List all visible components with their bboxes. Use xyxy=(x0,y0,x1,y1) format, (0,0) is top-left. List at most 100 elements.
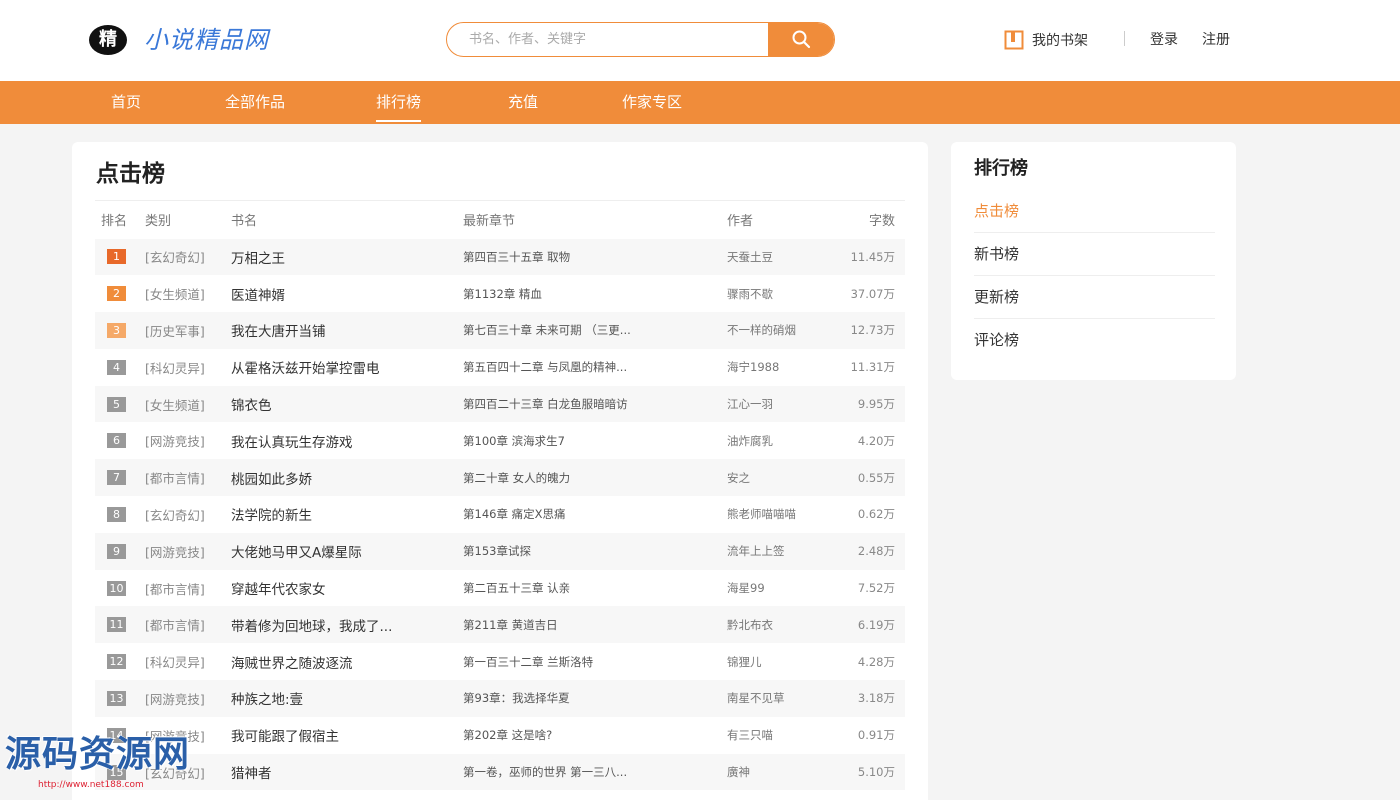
row-book-name[interactable]: 种族之地:壹 xyxy=(231,680,463,717)
nav-item-home[interactable]: 首页 xyxy=(111,81,141,124)
row-author: 黔北布衣 xyxy=(727,617,773,632)
row-book-name[interactable]: 我在大唐开当铺 xyxy=(231,312,463,349)
row-book-name[interactable]: 带着修为回地球，我成了... xyxy=(231,606,463,643)
ranking-table: 排名 类别 书名 最新章节 作者 字数 1 [玄幻奇幻] 万相之王 第四百三十五章 取… xyxy=(95,200,905,791)
row-rank: 10 xyxy=(95,570,145,607)
table-row[interactable]: 6 [网游竞技] 我在认真玩生存游戏 第100章 滨海求生7 油炸腐乳 4.20万 xyxy=(95,422,905,459)
table-row[interactable]: 1 [玄幻奇幻] 万相之王 第四百三十五章 取物 天蚕土豆 11.45万 xyxy=(95,238,905,276)
login-link[interactable]: 登录 xyxy=(1150,29,1178,51)
nav-item-author-zone[interactable]: 作家专区 xyxy=(622,81,682,124)
row-word-count: 0.62万 xyxy=(857,507,895,522)
row-book-name[interactable]: 桃园如此多娇 xyxy=(231,459,463,496)
row-word-count: 12.73万 xyxy=(850,323,895,338)
row-word-count: 11.45万 xyxy=(850,249,895,264)
row-latest-chapter[interactable]: 第一卷，巫师的世界 第一三八... xyxy=(463,754,727,791)
logo-icon[interactable]: 精 xyxy=(89,25,127,55)
row-author: 不一样的硝烟 xyxy=(727,323,796,338)
table-row[interactable]: 10 [都市言情] 穿越年代农家女 第二百五十三章 认亲 海星99 7.52万 xyxy=(95,570,905,607)
row-rank: 2 xyxy=(95,275,145,312)
table-row[interactable]: 11 [都市言情] 带着修为回地球，我成了... 第211章 黄道吉日 黔北布衣 6.19… xyxy=(95,606,905,644)
col-header-name: 书名 xyxy=(231,200,463,239)
row-book-name[interactable]: 医道神婿 xyxy=(231,275,463,312)
table-header-row: 排名 类别 书名 最新章节 作者 字数 xyxy=(95,200,905,239)
row-latest-chapter[interactable]: 第七百三十章 未来可期 （三更... xyxy=(463,312,727,349)
rank-badge: 5 xyxy=(107,396,126,412)
sidebar-item-comments[interactable]: 评论榜 xyxy=(974,319,1215,362)
rank-badge: 3 xyxy=(107,322,126,338)
row-rank: 4 xyxy=(95,349,145,386)
row-latest-chapter[interactable]: 第93章：我选择华夏 xyxy=(463,680,727,717)
row-book-name[interactable]: 穿越年代农家女 xyxy=(231,570,463,607)
row-category: [网游竞技] xyxy=(145,544,205,560)
top-header: 精 小说精品网 我的书架 登录 注册 xyxy=(0,0,1400,81)
bookshelf-link[interactable]: 我的书架 xyxy=(1004,29,1088,51)
row-book-name[interactable]: 从霍格沃兹开始掌控雷电 xyxy=(231,349,463,386)
col-header-chapter: 最新章节 xyxy=(463,200,727,239)
search-button[interactable] xyxy=(768,23,834,56)
table-row[interactable]: 7 [都市言情] 桃园如此多娇 第二十章 女人的魄力 安之 0.55万 xyxy=(95,459,905,497)
table-row[interactable]: 4 [科幻灵异] 从霍格沃兹开始掌控雷电 第五百四十二章 与凤凰的精神... 海宁198… xyxy=(95,349,905,386)
row-latest-chapter[interactable]: 第100章 滨海求生7 xyxy=(463,422,727,459)
row-rank: 12 xyxy=(95,643,145,680)
row-category: [女生频道] xyxy=(145,287,205,303)
row-latest-chapter[interactable]: 第二百五十三章 认亲 xyxy=(463,570,727,607)
row-latest-chapter[interactable]: 第二十章 女人的魄力 xyxy=(463,459,727,496)
row-word-count: 0.91万 xyxy=(857,728,895,743)
register-link[interactable]: 注册 xyxy=(1202,29,1230,51)
table-row[interactable]: 9 [网游竞技] 大佬她马甲又A爆星际 第153章试探 流年上上签 2.48万 xyxy=(95,532,905,570)
row-author: 有三只喵 xyxy=(727,728,773,743)
row-rank: 1 xyxy=(95,239,145,276)
nav-item-all-works[interactable]: 全部作品 xyxy=(225,81,285,124)
row-category: [玄幻奇幻] xyxy=(145,507,205,523)
row-latest-chapter[interactable]: 第五百四十二章 与凤凰的精神... xyxy=(463,349,727,386)
row-latest-chapter[interactable]: 第四百三十五章 取物 xyxy=(463,239,727,276)
row-latest-chapter[interactable]: 第202章 这是啥? xyxy=(463,717,727,754)
table-row[interactable]: 15 [玄幻奇幻] 猎神者 第一卷，巫师的世界 第一三八... 廣神 5.10万 xyxy=(95,753,905,791)
sidebar-item-new-books[interactable]: 新书榜 xyxy=(974,233,1215,276)
table-row[interactable]: 8 [玄幻奇幻] 法学院的新生 第146章 痛定X思痛 熊老师喵喵喵 0.62万 xyxy=(95,496,905,533)
sidebar-list: 点击榜 新书榜 更新榜 评论榜 xyxy=(974,190,1215,362)
row-latest-chapter[interactable]: 第四百二十三章 白龙鱼服暗暗访 xyxy=(463,386,727,423)
header-divider xyxy=(1124,31,1125,46)
nav-item-rankings[interactable]: 排行榜 xyxy=(376,81,422,124)
row-word-count: 11.31万 xyxy=(850,360,895,375)
nav-item-recharge[interactable]: 充值 xyxy=(508,81,538,124)
ranking-panel: 点击榜 排名 类别 书名 最新章节 作者 字数 1 [玄幻奇幻] 万相之王 第四百三十… xyxy=(72,142,928,800)
row-book-name[interactable]: 法学院的新生 xyxy=(231,496,463,533)
rank-badge: 1 xyxy=(107,249,126,265)
row-word-count: 2.48万 xyxy=(857,544,895,559)
row-book-name[interactable]: 万相之王 xyxy=(231,239,463,276)
sidebar-item-clicks[interactable]: 点击榜 xyxy=(974,190,1215,233)
row-book-name[interactable]: 海贼世界之随波逐流 xyxy=(231,643,463,680)
row-book-name[interactable]: 我在认真玩生存游戏 xyxy=(231,422,463,459)
row-rank: 3 xyxy=(95,312,145,349)
row-book-name[interactable]: 锦衣色 xyxy=(231,386,463,423)
search-input[interactable] xyxy=(447,23,769,56)
row-category: [科幻灵异] xyxy=(145,655,205,671)
sidebar-item-updates[interactable]: 更新榜 xyxy=(974,276,1215,319)
site-name[interactable]: 小说精品网 xyxy=(144,24,269,56)
row-author: 海星99 xyxy=(727,581,765,596)
row-author: 安之 xyxy=(727,470,750,485)
table-row[interactable]: 5 [女生频道] 锦衣色 第四百二十三章 白龙鱼服暗暗访 江心一羽 9.95万 xyxy=(95,385,905,423)
table-row[interactable]: 12 [科幻灵异] 海贼世界之随波逐流 第一百三十二章 兰斯洛特 锦狸儿 4.28万 xyxy=(95,643,905,680)
row-latest-chapter[interactable]: 第211章 黄道吉日 xyxy=(463,606,727,643)
row-word-count: 4.20万 xyxy=(857,433,895,448)
row-latest-chapter[interactable]: 第1132章 精血 xyxy=(463,275,727,312)
row-latest-chapter[interactable]: 第146章 痛定X思痛 xyxy=(463,496,727,533)
row-category: [网游竞技] xyxy=(145,691,205,707)
row-word-count: 6.19万 xyxy=(857,617,895,632)
row-book-name[interactable]: 大佬她马甲又A爆星际 xyxy=(231,533,463,570)
table-row[interactable]: 2 [女生频道] 医道神婿 第1132章 精血 骤雨不歇 37.07万 xyxy=(95,275,905,312)
table-row[interactable]: 13 [网游竞技] 种族之地:壹 第93章：我选择华夏 南星不见草 3.18万 xyxy=(95,680,905,717)
row-latest-chapter[interactable]: 第一百三十二章 兰斯洛特 xyxy=(463,643,727,680)
table-row[interactable]: 14 [网游竞技] 我可能跟了假宿主 第202章 这是啥? 有三只喵 0.91万 xyxy=(95,717,905,754)
search-icon xyxy=(792,30,811,49)
row-latest-chapter[interactable]: 第153章试探 xyxy=(463,533,727,570)
table-row[interactable]: 3 [历史军事] 我在大唐开当铺 第七百三十章 未来可期 （三更... 不一样的硝烟 12… xyxy=(95,312,905,349)
page-title: 点击榜 xyxy=(96,161,165,187)
row-book-name[interactable]: 我可能跟了假宿主 xyxy=(231,717,463,754)
row-category: [网游竞技] xyxy=(145,434,205,450)
rank-badge: 11 xyxy=(107,617,126,633)
row-book-name[interactable]: 猎神者 xyxy=(231,754,463,791)
